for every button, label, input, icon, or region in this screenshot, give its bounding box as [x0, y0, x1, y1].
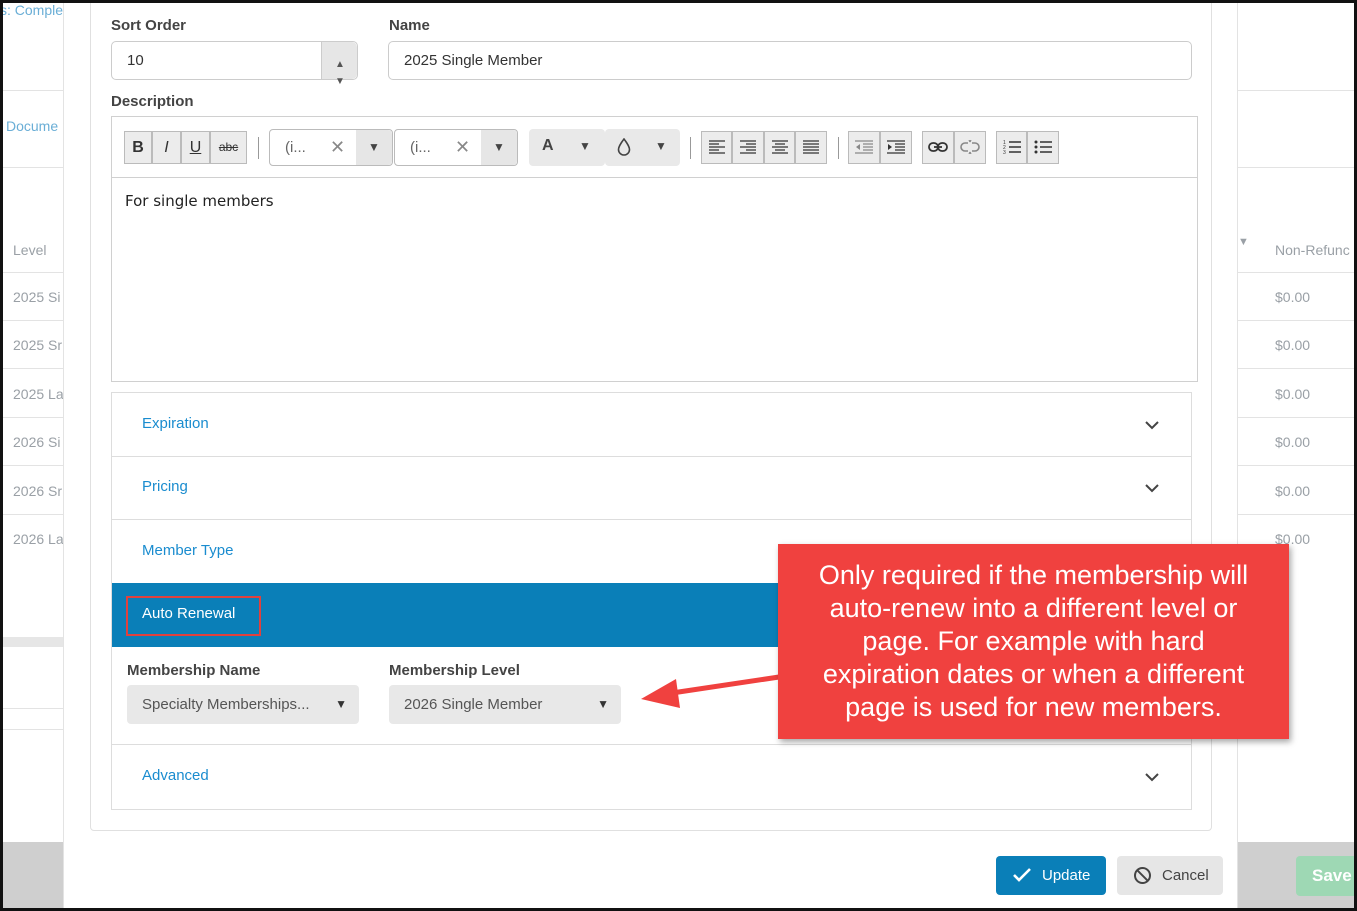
- callout-line: auto-renew into a different level or: [829, 593, 1238, 623]
- callout-line: expiration dates or when a different: [822, 659, 1245, 689]
- annotation-arrow: [641, 674, 780, 708]
- annotation-callout: Only required if the membership will aut…: [778, 544, 1289, 739]
- callout-line: page is used for new members.: [845, 692, 1222, 722]
- callout-line: page. For example with hard: [862, 626, 1205, 656]
- callout-line: Only required if the membership will: [818, 560, 1249, 590]
